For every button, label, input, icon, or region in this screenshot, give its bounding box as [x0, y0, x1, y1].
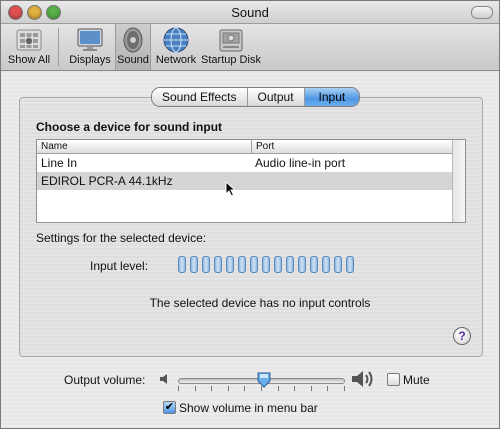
input-level-bar	[334, 256, 342, 273]
show-volume-in-menu-bar-label: Show volume in menu bar	[179, 401, 318, 415]
toolbar-displays[interactable]: Displays	[67, 24, 113, 70]
no-input-controls-message: The selected device has no input control…	[149, 296, 371, 310]
apple-grid-icon	[16, 29, 42, 51]
table-row-selected[interactable]: EDIROL PCR-A 44.1kHz	[37, 172, 453, 190]
input-level-bar	[178, 256, 186, 273]
tab-input[interactable]: Input	[304, 88, 360, 106]
settings-label: Settings for the selected device:	[36, 231, 207, 245]
input-level-meter	[178, 256, 354, 273]
output-volume-slider-knob[interactable]	[256, 371, 272, 389]
input-level-bar	[190, 256, 198, 273]
toolbar-sound[interactable]: Sound	[115, 24, 151, 70]
slider-tick	[194, 386, 196, 391]
toolbar-startup-disk[interactable]: Startup Disk	[201, 24, 261, 70]
input-level-bar	[238, 256, 246, 273]
slider-tick	[277, 386, 279, 391]
display-icon	[77, 28, 103, 51]
mute-label: Mute	[403, 373, 430, 387]
toolbar-label: Show All	[7, 54, 51, 66]
input-device-table: Name Port Line In Audio line-in port EDI…	[36, 139, 466, 223]
volume-high-icon	[352, 371, 373, 387]
device-port: Audio line-in port	[255, 156, 346, 170]
slider-tick	[211, 386, 213, 391]
input-level-bar	[274, 256, 282, 273]
input-level-bar	[286, 256, 294, 273]
toolbar-label: Sound	[117, 54, 149, 66]
toolbar-label: Displays	[69, 54, 111, 66]
slider-tick	[327, 386, 329, 391]
tab-bar: Sound Effects Output Input	[151, 87, 361, 107]
input-device-heading: Choose a device for sound input	[36, 120, 223, 134]
slider-tick	[310, 386, 312, 391]
column-header-name[interactable]: Name	[37, 140, 68, 153]
input-level-bar	[202, 256, 210, 273]
column-header-port[interactable]: Port	[251, 140, 274, 153]
mute-checkbox[interactable]	[387, 373, 400, 386]
slider-tick	[244, 386, 246, 391]
input-level-bar	[346, 256, 354, 273]
toolbar-label: Startup Disk	[201, 54, 261, 66]
title-bar: Sound	[1, 1, 499, 24]
input-level-bar	[226, 256, 234, 273]
globe-icon	[163, 27, 189, 53]
toolbar-toggle-button[interactable]	[471, 6, 493, 19]
input-level-bar	[262, 256, 270, 273]
input-level-label: Input level:	[90, 259, 149, 273]
device-name: EDIROL PCR-A 44.1kHz	[41, 174, 173, 188]
device-name: Line In	[41, 156, 78, 170]
toolbar-divider	[58, 28, 59, 66]
tab-panel	[19, 97, 483, 357]
show-volume-in-menu-bar-checkbox[interactable]: ✔	[163, 401, 176, 414]
input-level-bar	[322, 256, 330, 273]
toolbar-show-all[interactable]: Show All	[3, 24, 55, 70]
disk-icon	[219, 29, 243, 52]
mouse-pointer-icon	[225, 181, 236, 197]
input-level-bar	[298, 256, 306, 273]
tab-sound-effects[interactable]: Sound Effects	[152, 88, 248, 106]
window-title: Sound	[231, 5, 269, 20]
tab-output[interactable]: Output	[247, 88, 305, 106]
input-level-bar	[250, 256, 258, 273]
volume-low-icon	[160, 374, 167, 384]
sound-preferences-window: Sound Show All Displays Sound Network St…	[0, 0, 500, 429]
input-level-bar	[214, 256, 222, 273]
input-level-bar	[310, 256, 318, 273]
slider-tick	[178, 386, 179, 391]
toolbar-network[interactable]: Network	[154, 24, 198, 70]
slider-tick	[227, 386, 229, 391]
table-scrollbar[interactable]	[452, 140, 465, 222]
toolbar: Show All Displays Sound Network Startup …	[1, 24, 499, 71]
table-header: Name Port	[37, 140, 453, 154]
speaker-icon	[123, 27, 143, 53]
slider-tick	[294, 386, 296, 391]
output-volume-label: Output volume:	[64, 373, 146, 387]
slider-tick	[344, 386, 345, 391]
table-row[interactable]: Line In Audio line-in port	[37, 154, 453, 172]
toolbar-label: Network	[155, 54, 197, 66]
help-button[interactable]: ?	[453, 327, 471, 345]
